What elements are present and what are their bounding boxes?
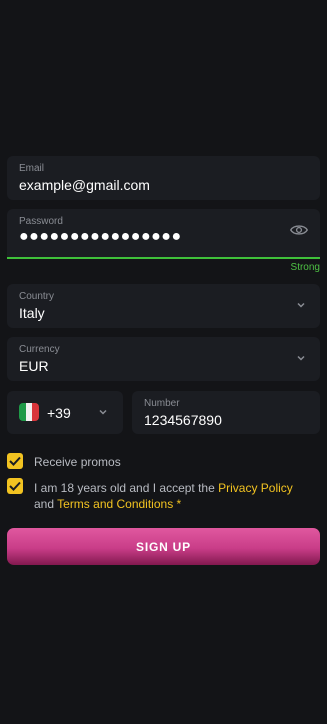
email-value: example@gmail.com — [19, 177, 150, 193]
sign-up-button[interactable]: SIGN UP — [7, 528, 320, 565]
check-icon — [9, 481, 21, 491]
phone-number-field[interactable]: Number 1234567890 — [132, 391, 320, 434]
password-strength: Strong — [290, 262, 320, 273]
number-label: Number — [144, 398, 180, 409]
country-value: Italy — [19, 305, 45, 321]
country-label: Country — [19, 291, 55, 302]
terms-label: I am 18 years old and I accept the Priva… — [34, 480, 314, 512]
chevron-down-icon — [99, 409, 107, 415]
required-mark: * — [176, 497, 182, 511]
promos-checkbox[interactable] — [7, 453, 23, 469]
chevron-down-icon — [297, 302, 305, 308]
privacy-policy-link[interactable]: Privacy Policy — [218, 481, 293, 495]
phone-code-value: +39 — [47, 405, 71, 421]
password-field[interactable]: Password ●●●●●●●●●●●●●●●● — [7, 209, 320, 259]
terms-and-conditions-link[interactable]: Terms and Conditions — [57, 497, 173, 511]
terms-text-middle: and — [34, 497, 58, 511]
currency-label: Currency — [19, 344, 60, 355]
currency-value: EUR — [19, 358, 49, 374]
password-label: Password — [19, 216, 63, 227]
currency-select[interactable]: Currency EUR — [7, 337, 320, 381]
italy-flag-icon — [19, 403, 39, 421]
check-icon — [9, 456, 21, 466]
chevron-down-icon — [297, 355, 305, 361]
password-value: ●●●●●●●●●●●●●●●● — [19, 228, 182, 245]
email-label: Email — [19, 163, 45, 174]
number-value: 1234567890 — [144, 412, 222, 428]
email-field[interactable]: Email example@gmail.com — [7, 156, 320, 200]
terms-checkbox[interactable] — [7, 478, 23, 494]
terms-text-before: I am 18 years old and I accept the — [34, 481, 219, 495]
country-select[interactable]: Country Italy — [7, 284, 320, 328]
phone-code-select[interactable]: +39 — [7, 391, 123, 434]
promos-label: Receive promos — [34, 455, 121, 469]
eye-icon[interactable] — [290, 223, 308, 237]
